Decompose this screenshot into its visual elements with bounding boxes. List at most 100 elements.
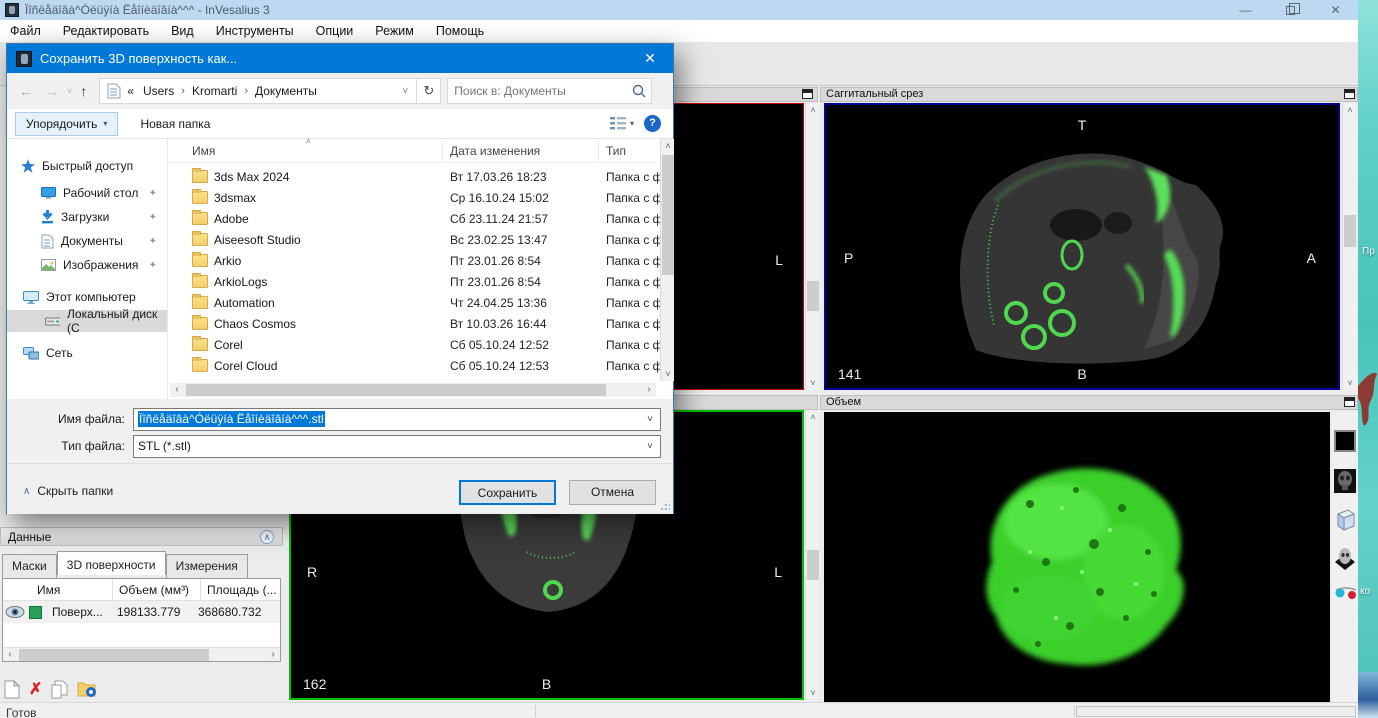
list-vertical-scrollbar[interactable]: ˄ ˅ xyxy=(660,139,674,381)
file-row[interactable]: CorelСб 05.10.24 12:52Папка с файл xyxy=(168,335,660,356)
address-bar[interactable]: « Users › Kromarti › Документы ˅ xyxy=(99,78,417,104)
change-view-button[interactable]: ▾ xyxy=(610,117,634,130)
scroll-left-icon[interactable]: ‹ xyxy=(3,648,17,662)
breadcrumb-overflow[interactable]: « xyxy=(127,84,134,98)
surface-row[interactable]: Поверх... 198133.779 368680.732 xyxy=(3,601,280,623)
scroll-down-icon[interactable]: ˅ xyxy=(661,367,675,381)
sidebar-desktop[interactable]: Рабочий стол ✦ xyxy=(7,182,167,204)
collapse-panel-button[interactable]: ∧ xyxy=(260,530,274,544)
tab-3d-surfaces[interactable]: 3D поверхности xyxy=(57,551,166,575)
save-button[interactable]: Сохранить xyxy=(459,480,556,505)
column-header-name[interactable]: Имя xyxy=(192,144,215,158)
file-row[interactable]: Aiseesoft StudioВс 23.02.25 13:47Папка с… xyxy=(168,230,660,251)
menu-help[interactable]: Помощь xyxy=(436,24,484,38)
file-row[interactable]: 3ds Max 2024Вт 17.03.26 18:23Папка с фай… xyxy=(168,167,660,188)
sidebar-quick-access[interactable]: Быстрый доступ xyxy=(7,155,167,177)
file-row[interactable]: ArkioLogsПт 23.01.26 8:54Папка с файл xyxy=(168,272,660,293)
search-icon[interactable] xyxy=(632,84,646,98)
visibility-eye-icon[interactable] xyxy=(5,605,25,619)
sagittal-viewport[interactable]: T P A B 141 xyxy=(824,103,1340,390)
coronal-scrollbar[interactable]: ˄ ˅ xyxy=(805,410,819,700)
tab-measurements[interactable]: Измерения xyxy=(166,554,248,578)
column-volume[interactable]: Объем (мм³) xyxy=(113,579,201,600)
file-row[interactable]: Corel CloudСб 05.10.24 12:53Папка с файл xyxy=(168,356,660,377)
restore-button[interactable] xyxy=(1268,0,1313,20)
filename-value[interactable]: Ïîñëåäîâà^Óëüÿíà Ëåîíèäîâíà^^^.stl xyxy=(138,411,325,427)
sidebar-this-pc[interactable]: Этот компьютер xyxy=(7,286,167,308)
scroll-thumb[interactable] xyxy=(186,384,606,396)
background-color-button[interactable] xyxy=(1333,424,1357,458)
file-row[interactable]: 3dsmaxСр 16.10.24 15:02Папка с файл xyxy=(168,188,660,209)
duplicate-surface-icon[interactable] xyxy=(51,680,68,699)
scroll-up-icon[interactable]: ˄ xyxy=(1343,103,1357,117)
sagittal-scrollbar[interactable]: ˄ ˅ xyxy=(1342,103,1356,390)
scroll-down-icon[interactable]: ˅ xyxy=(806,376,820,390)
sidebar-pictures[interactable]: Изображения ✦ xyxy=(7,254,167,276)
column-header-type[interactable]: Тип xyxy=(606,144,626,158)
filename-dropdown-caret-icon[interactable]: ˅ xyxy=(647,409,653,430)
organize-button[interactable]: Упорядочить ▾ xyxy=(15,112,118,136)
filename-input[interactable]: Ïîñëåäîâà^Óëüÿíà Ëåîíèäîâíà^^^.stl ˅ xyxy=(133,408,661,431)
scroll-up-icon[interactable]: ˄ xyxy=(806,410,820,424)
back-icon[interactable]: ← xyxy=(19,83,33,99)
tab-masks[interactable]: Маски xyxy=(2,554,57,578)
sidebar-local-disk[interactable]: Локальный диск (C xyxy=(7,310,167,332)
menu-view[interactable]: Вид xyxy=(171,24,194,38)
scroll-thumb[interactable] xyxy=(807,550,819,580)
close-button[interactable]: ✕ xyxy=(1313,0,1358,20)
scroll-thumb[interactable] xyxy=(1344,215,1356,247)
scroll-thumb[interactable] xyxy=(662,155,674,275)
volume-viewport[interactable] xyxy=(824,412,1330,708)
scroll-thumb[interactable] xyxy=(807,281,819,311)
scroll-down-icon[interactable]: ˅ xyxy=(1343,376,1357,390)
axial-maximize-icon[interactable] xyxy=(802,89,813,99)
menu-options[interactable]: Опции xyxy=(316,24,354,38)
slice-plane-button[interactable] xyxy=(1333,504,1357,534)
forward-icon[interactable]: → xyxy=(45,83,59,99)
scroll-right-icon[interactable]: › xyxy=(266,648,280,662)
filetype-select[interactable]: STL (*.stl) ˅ xyxy=(133,435,661,458)
refresh-button[interactable]: ↻ xyxy=(417,78,441,104)
column-header-date[interactable]: Дата изменения xyxy=(450,144,540,158)
scroll-up-icon[interactable]: ˄ xyxy=(806,103,820,117)
new-surface-icon[interactable] xyxy=(4,680,20,699)
up-icon[interactable]: ↑ xyxy=(80,83,87,99)
sidebar-network[interactable]: Сеть xyxy=(7,342,167,364)
column-divider[interactable] xyxy=(598,141,599,161)
delete-surface-icon[interactable]: ✗ xyxy=(29,679,42,699)
scroll-down-icon[interactable]: ˅ xyxy=(806,686,820,700)
help-button[interactable]: ? xyxy=(644,115,661,132)
file-row[interactable]: AdobeСб 23.11.24 21:57Папка с файл xyxy=(168,209,660,230)
recent-locations-caret-icon[interactable]: ˅ xyxy=(67,86,72,96)
sidebar-documents[interactable]: Документы ✦ xyxy=(7,230,167,252)
search-input[interactable] xyxy=(454,80,624,102)
minimize-button[interactable]: — xyxy=(1223,0,1268,20)
list-horizontal-scrollbar[interactable]: ‹ › xyxy=(170,383,656,397)
menu-mode[interactable]: Режим xyxy=(375,24,414,38)
file-row[interactable]: Chaos CosmosВт 10.03.26 16:44Папка с фай… xyxy=(168,314,660,335)
clipping-plane-button[interactable] xyxy=(1333,542,1357,572)
stereo-anaglyph-button[interactable] xyxy=(1333,580,1357,606)
column-divider[interactable] xyxy=(442,141,443,161)
resize-grip[interactable] xyxy=(660,501,670,511)
axial-scrollbar[interactable]: ˄ ˅ xyxy=(805,103,819,390)
hide-folders-button[interactable]: ∧ Скрыть папки xyxy=(23,484,113,498)
column-name[interactable]: Имя xyxy=(3,579,113,600)
address-dropdown-caret-icon[interactable]: ˅ xyxy=(402,86,408,97)
scroll-left-icon[interactable]: ‹ xyxy=(170,383,184,397)
breadcrumb-users[interactable]: Users xyxy=(143,84,174,98)
surface-color-swatch[interactable] xyxy=(29,606,42,619)
file-row[interactable]: AutomationЧт 24.04.25 13:36Папка с файл xyxy=(168,293,660,314)
menu-edit[interactable]: Редактировать xyxy=(63,24,149,38)
menu-file[interactable]: Файл xyxy=(10,24,41,38)
menu-tools[interactable]: Инструменты xyxy=(216,24,294,38)
scroll-thumb[interactable] xyxy=(19,649,209,661)
file-row[interactable]: ArkioПт 23.01.26 8:54Папка с файл xyxy=(168,251,660,272)
cancel-button[interactable]: Отмена xyxy=(569,480,656,505)
import-surface-folder-icon[interactable] xyxy=(77,680,97,698)
raycasting-preset-button[interactable] xyxy=(1333,466,1357,496)
volume-maximize-icon[interactable] xyxy=(1344,397,1355,407)
filetype-dropdown-caret-icon[interactable]: ˅ xyxy=(647,436,653,457)
dialog-close-button[interactable]: ✕ xyxy=(627,44,673,73)
breadcrumb-kromarti[interactable]: Kromarti xyxy=(192,84,237,98)
